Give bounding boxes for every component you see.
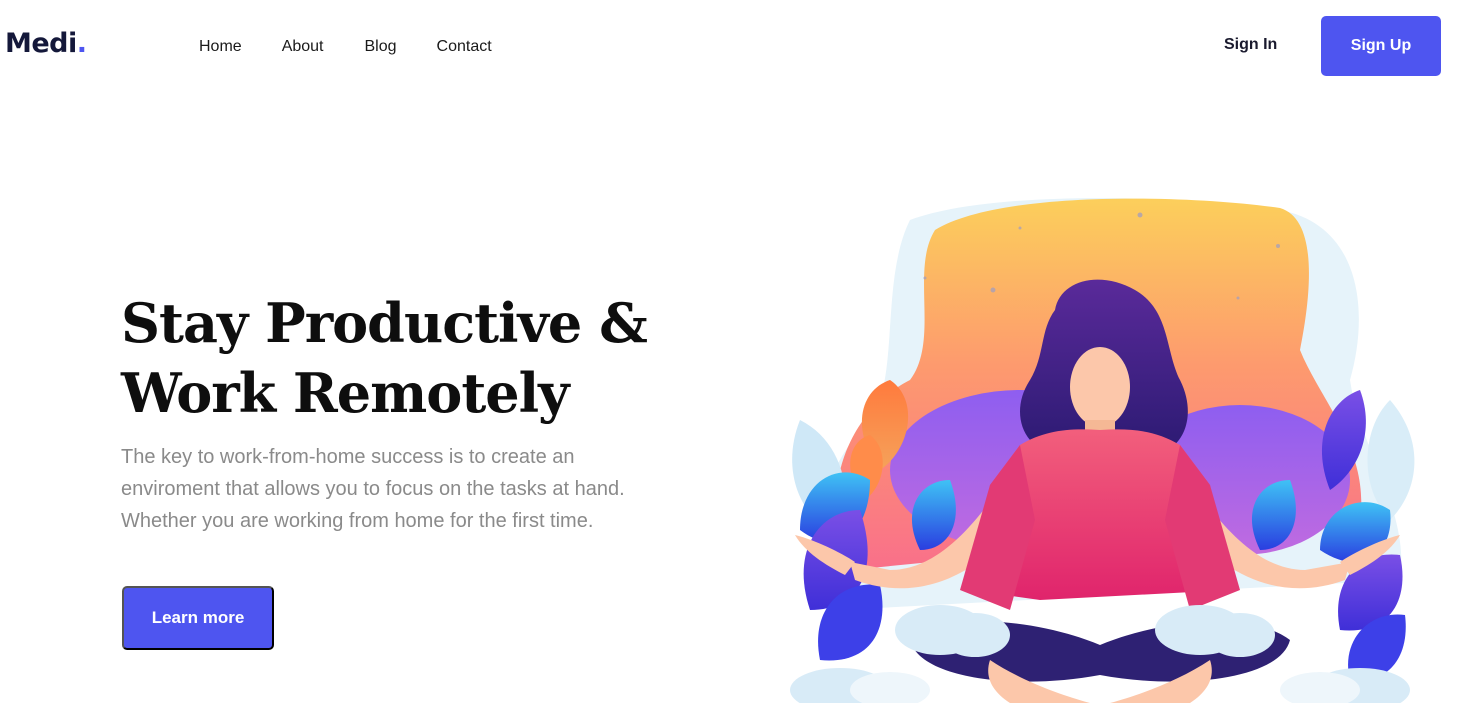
sign-in-link[interactable]: Sign In xyxy=(1224,36,1277,54)
brand-dot: . xyxy=(76,28,87,59)
main-nav: Home About Blog Contact xyxy=(199,38,532,56)
nav-link-contact[interactable]: Contact xyxy=(437,38,492,56)
hero-text-line: The key to work-from-home success is to … xyxy=(121,446,575,468)
learn-more-button[interactable]: Learn more xyxy=(122,586,274,650)
hero-title-line: Work Remotely xyxy=(121,361,570,425)
meditating-woman-illustration xyxy=(790,198,1415,703)
brand-name: Medi xyxy=(5,28,77,59)
hero-title-line: Stay Productive & xyxy=(121,291,648,355)
nav-link-home[interactable]: Home xyxy=(199,38,242,56)
hero-text-line: Whether you are working from home for th… xyxy=(121,510,594,532)
hero-text-line: enviroment that allows you to focus on t… xyxy=(121,478,625,500)
hero-description: The key to work-from-home success is to … xyxy=(121,441,681,537)
nav-link-about[interactable]: About xyxy=(282,38,324,56)
brand-logo[interactable]: Medi. xyxy=(5,28,87,59)
nav-link-blog[interactable]: Blog xyxy=(365,38,397,56)
hero-title: Stay Productive & Work Remotely xyxy=(121,288,681,428)
sign-up-button[interactable]: Sign Up xyxy=(1321,16,1441,76)
